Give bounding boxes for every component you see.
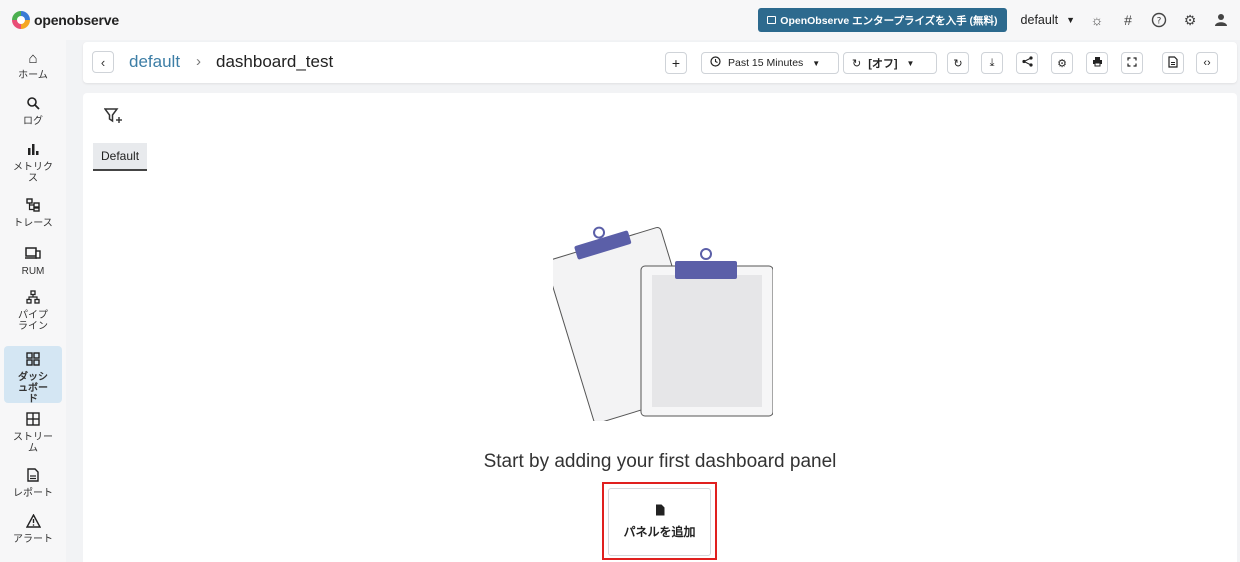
sidebar-item-label: メトリクス xyxy=(13,162,53,184)
variables-doc-button[interactable] xyxy=(1162,52,1184,74)
caret-down-icon: ▼ xyxy=(906,58,915,68)
empty-clipboard-illustration xyxy=(545,211,774,426)
logo-text: openobserve xyxy=(34,12,119,28)
sidebar-item-traces[interactable]: トレース xyxy=(4,198,62,238)
org-selector-value: default xyxy=(1020,13,1059,27)
bar-chart-icon xyxy=(26,142,40,160)
add-panel-button[interactable]: パネルを追加 xyxy=(608,488,711,556)
refresh-timer-icon: ↻ xyxy=(852,57,862,70)
dashboard-icon xyxy=(26,352,40,370)
dashboard-header: ‹ default › dashboard_test + Past 15 Min… xyxy=(83,42,1237,83)
sidebar-item-label: パイプライン xyxy=(18,310,48,332)
sidebar-item-label: RUM xyxy=(21,266,45,277)
json-code-button[interactable]: ‹› xyxy=(1196,52,1218,74)
home-icon: ⌂ xyxy=(28,50,38,67)
add-filter-icon[interactable] xyxy=(103,107,124,130)
sidebar-item-metrics[interactable]: メトリクス xyxy=(4,142,62,192)
caret-down-icon: ▼ xyxy=(1066,15,1075,25)
dashboard-settings-button[interactable]: ⚙ xyxy=(1051,52,1073,74)
sidebar-item-home[interactable]: ⌂ ホーム xyxy=(4,50,62,90)
svg-text:?: ? xyxy=(1157,17,1162,27)
settings-gear-icon[interactable]: ⚙ xyxy=(1181,11,1199,29)
dashboard-content: Default Start by adding your first dashb… xyxy=(83,93,1237,562)
get-enterprise-button[interactable]: OpenObserve エンタープライズを入手 (無料) xyxy=(758,8,1007,32)
breadcrumb-org[interactable]: default xyxy=(129,52,180,72)
print-icon xyxy=(1092,56,1103,70)
sidebar-item-logs[interactable]: ログ xyxy=(4,96,62,136)
org-selector[interactable]: default ▼ xyxy=(1021,13,1075,27)
warning-triangle-icon xyxy=(25,513,41,532)
logo[interactable]: openobserve xyxy=(12,11,119,29)
sidebar-item-label: ストリーム xyxy=(13,432,53,454)
sidebar-item-label: レポート xyxy=(13,488,53,499)
document-icon xyxy=(1168,55,1178,71)
sidebar: ⌂ ホーム ログ メトリクス トレース RUM パイプライン ダッシュボード ス… xyxy=(0,40,66,562)
top-bar: openobserve OpenObserve エンタープライズを入手 (無料)… xyxy=(0,0,1240,40)
pipeline-icon xyxy=(26,290,40,308)
sidebar-item-reports[interactable]: レポート xyxy=(4,468,62,508)
streams-grid-icon xyxy=(26,412,40,430)
sidebar-item-label: ダッシュボード xyxy=(18,372,48,405)
sidebar-item-label: ホーム xyxy=(18,70,48,81)
caret-down-icon: ▼ xyxy=(812,58,821,68)
user-icon[interactable] xyxy=(1212,11,1230,29)
refresh-icon: ↻ xyxy=(953,57,963,70)
time-range-picker[interactable]: Past 15 Minutes ▼ xyxy=(701,52,839,74)
sidebar-item-label: トレース xyxy=(13,218,53,229)
get-enterprise-label: OpenObserve エンタープライズを入手 (無料) xyxy=(780,14,998,27)
sidebar-item-label: ログ xyxy=(23,116,43,127)
auto-refresh-value: [オフ] xyxy=(868,58,898,70)
slack-icon[interactable]: # xyxy=(1119,11,1137,29)
fullscreen-icon xyxy=(1127,56,1137,70)
sidebar-item-rum[interactable]: RUM xyxy=(4,246,62,286)
help-icon[interactable]: ? xyxy=(1150,11,1168,29)
sidebar-item-dashboards[interactable]: ダッシュボード xyxy=(4,346,62,405)
empty-state-message: Start by adding your first dashboard pan… xyxy=(483,451,837,472)
back-button[interactable]: ‹ xyxy=(92,51,114,73)
sidebar-item-label: アラート xyxy=(13,534,53,545)
code-icon: ‹› xyxy=(1203,57,1211,69)
download-button[interactable]: ⤓ xyxy=(981,52,1003,74)
refresh-button[interactable]: ↻ xyxy=(947,52,969,74)
sidebar-item-pipelines[interactable]: パイプライン xyxy=(4,290,62,342)
page-title: dashboard_test xyxy=(216,52,334,71)
breadcrumb-separator: › xyxy=(196,53,201,70)
add-panel-header-button[interactable]: + xyxy=(665,52,687,74)
tab-default[interactable]: Default xyxy=(93,143,148,171)
report-document-icon xyxy=(27,468,39,486)
chevron-left-icon: ‹ xyxy=(100,54,106,70)
devices-icon xyxy=(25,246,41,264)
plus-icon: + xyxy=(671,55,681,71)
fullscreen-button[interactable] xyxy=(1121,52,1143,74)
share-button[interactable] xyxy=(1016,52,1038,74)
search-icon xyxy=(26,96,40,114)
sidebar-item-alerts[interactable]: アラート xyxy=(4,513,62,554)
download-icon: ⤓ xyxy=(989,56,995,69)
share-icon xyxy=(1021,56,1033,70)
auto-refresh-select[interactable]: ↻ [オフ] ▼ xyxy=(843,52,937,74)
gear-icon: ⚙ xyxy=(1057,57,1067,70)
traces-icon xyxy=(26,198,40,216)
briefcase-icon xyxy=(767,16,777,24)
logo-icon xyxy=(12,11,30,29)
clock-icon xyxy=(710,56,721,70)
time-range-value: Past 15 Minutes xyxy=(728,57,804,69)
document-icon xyxy=(655,504,665,519)
sidebar-item-streams[interactable]: ストリーム xyxy=(4,412,62,462)
theme-sun-icon[interactable]: ☼ xyxy=(1088,11,1106,29)
add-panel-label: パネルを追加 xyxy=(623,525,696,539)
print-button[interactable] xyxy=(1086,52,1108,74)
